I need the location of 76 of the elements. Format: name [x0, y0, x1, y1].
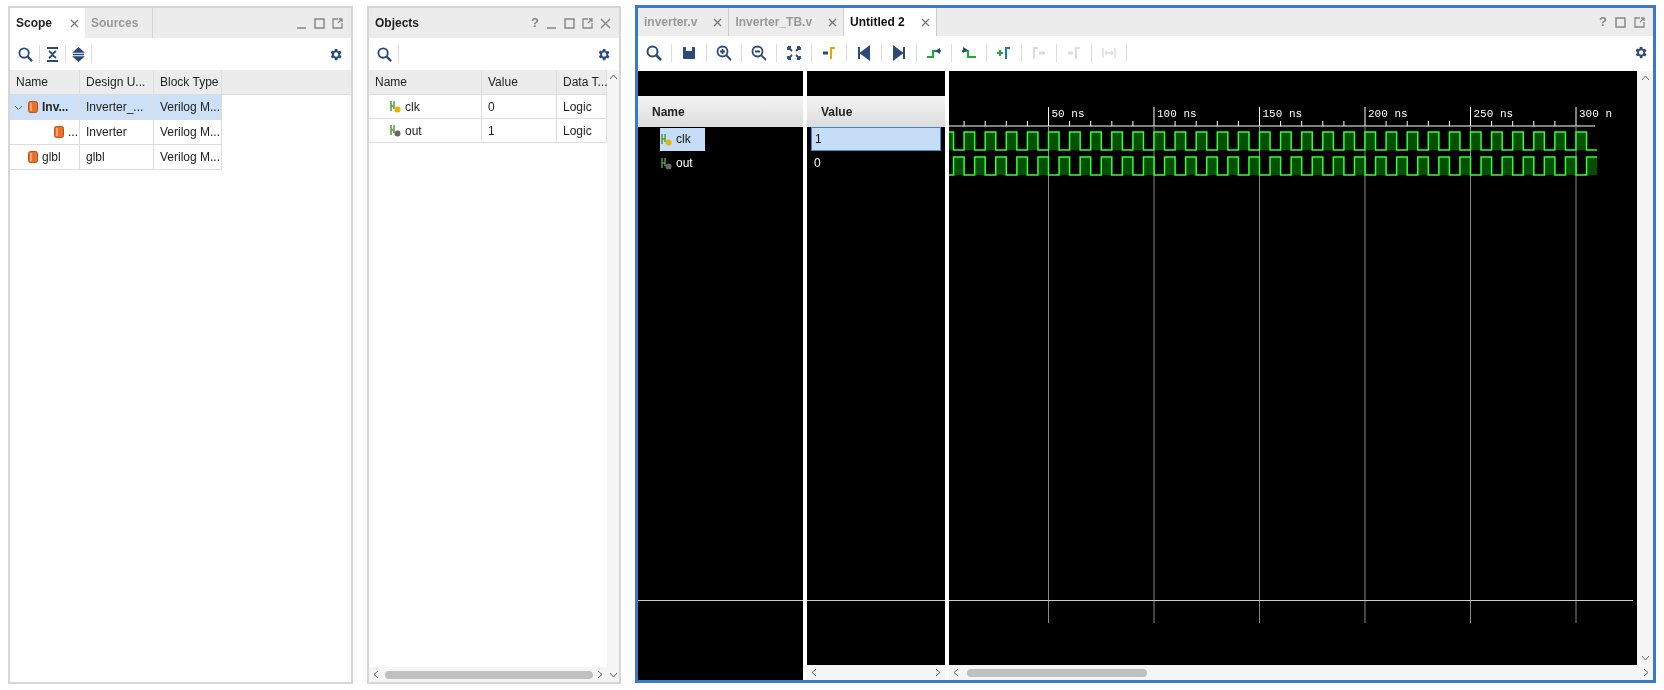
table-cell: 0 — [482, 95, 557, 118]
column-header[interactable]: Value — [482, 70, 557, 94]
horizontal-scrollbar[interactable] — [949, 665, 1653, 680]
scroll-left-icon[interactable] — [811, 668, 817, 677]
column-header[interactable]: Block Type — [154, 70, 222, 94]
table-cell: Inverter — [80, 120, 154, 144]
vertical-scrollbar[interactable] — [1637, 71, 1653, 665]
expand-all-icon[interactable] — [72, 46, 85, 62]
float-icon[interactable] — [332, 17, 343, 29]
collapse-all-icon[interactable] — [46, 46, 59, 62]
signal-icon — [389, 124, 402, 137]
table-cell: glbl — [80, 145, 154, 169]
column-header[interactable]: Name — [10, 70, 80, 94]
tree-row[interactable]: ... Inverter Verilog M... — [10, 120, 222, 145]
tick-label: 200 ns — [1368, 108, 1408, 120]
signal-icon — [389, 100, 402, 113]
module-icon — [28, 151, 38, 163]
scroll-down-icon[interactable] — [1640, 655, 1650, 661]
float-icon[interactable] — [1634, 16, 1645, 28]
close-icon[interactable] — [920, 17, 930, 27]
tab[interactable]: Scope — [10, 8, 85, 38]
scroll-right-icon[interactable] — [935, 668, 941, 677]
scroll-right-icon[interactable] — [1643, 668, 1649, 677]
scroll-up-icon[interactable] — [1640, 75, 1650, 81]
signal-row[interactable]: clk — [660, 127, 705, 151]
search-icon[interactable] — [18, 46, 33, 62]
column-header[interactable]: Design U... — [80, 70, 154, 94]
signal-row[interactable]: out — [660, 151, 707, 175]
tab[interactable]: Untitled 2 — [844, 8, 937, 36]
scroll-right-icon[interactable] — [597, 670, 603, 679]
table-cell: Verilog M... — [154, 95, 222, 119]
signal-value: 1 — [811, 127, 941, 151]
tree-row[interactable]: glbl glbl Verilog M... — [10, 145, 222, 170]
horizontal-scrollbar[interactable] — [369, 667, 607, 682]
signal-value: 0 — [813, 155, 822, 172]
tick-label: 100 ns — [1157, 108, 1197, 120]
tick-label: 250 ns — [1473, 108, 1514, 120]
close-icon[interactable] — [828, 17, 838, 27]
column-header[interactable]: Name — [638, 96, 803, 127]
tick-label: 300 n — [1579, 108, 1612, 120]
column-header[interactable]: Value — [807, 96, 945, 127]
table-cell: Inverter_... — [80, 95, 154, 119]
vertical-scrollbar[interactable] — [607, 70, 619, 682]
maximize-icon[interactable] — [314, 17, 325, 29]
signal-icon — [660, 132, 673, 146]
settings-icon[interactable] — [328, 46, 343, 62]
horizontal-scrollbar[interactable] — [807, 665, 945, 680]
close-icon[interactable] — [600, 17, 611, 29]
tree-row[interactable]: Inv... Inverter_... Verilog M... — [10, 95, 222, 120]
table-cell: 1 — [482, 119, 557, 142]
tick-label: 150 ns — [1262, 108, 1303, 120]
float-icon[interactable] — [582, 17, 593, 29]
search-icon[interactable] — [377, 46, 392, 62]
scroll-down-icon[interactable] — [608, 672, 618, 678]
panel-title: Objects — [374, 15, 420, 32]
column-header[interactable]: Name — [369, 70, 482, 94]
signal-name: out — [405, 122, 422, 140]
tick-label: 50 ns — [1051, 108, 1085, 120]
module-icon — [28, 101, 38, 113]
table-cell: Verilog M... — [154, 120, 222, 144]
signal-name: clk — [405, 98, 420, 116]
tree-cell-text: Inv... — [42, 99, 69, 116]
settings-icon[interactable] — [1633, 45, 1648, 60]
close-icon[interactable] — [713, 17, 723, 27]
table-cell: Verilog M... — [154, 145, 222, 169]
scroll-left-icon[interactable] — [953, 668, 959, 677]
settings-icon[interactable] — [596, 46, 611, 62]
tree-cell-text: glbl — [42, 149, 61, 166]
signal-icon — [660, 156, 673, 170]
maximize-icon[interactable] — [1615, 16, 1626, 28]
scroll-left-icon[interactable] — [373, 670, 379, 679]
close-icon[interactable] — [70, 18, 79, 28]
maximize-icon[interactable] — [564, 17, 575, 29]
module-icon — [54, 126, 64, 138]
scroll-up-icon[interactable] — [608, 74, 618, 80]
tree-cell-text: ... — [68, 124, 78, 141]
